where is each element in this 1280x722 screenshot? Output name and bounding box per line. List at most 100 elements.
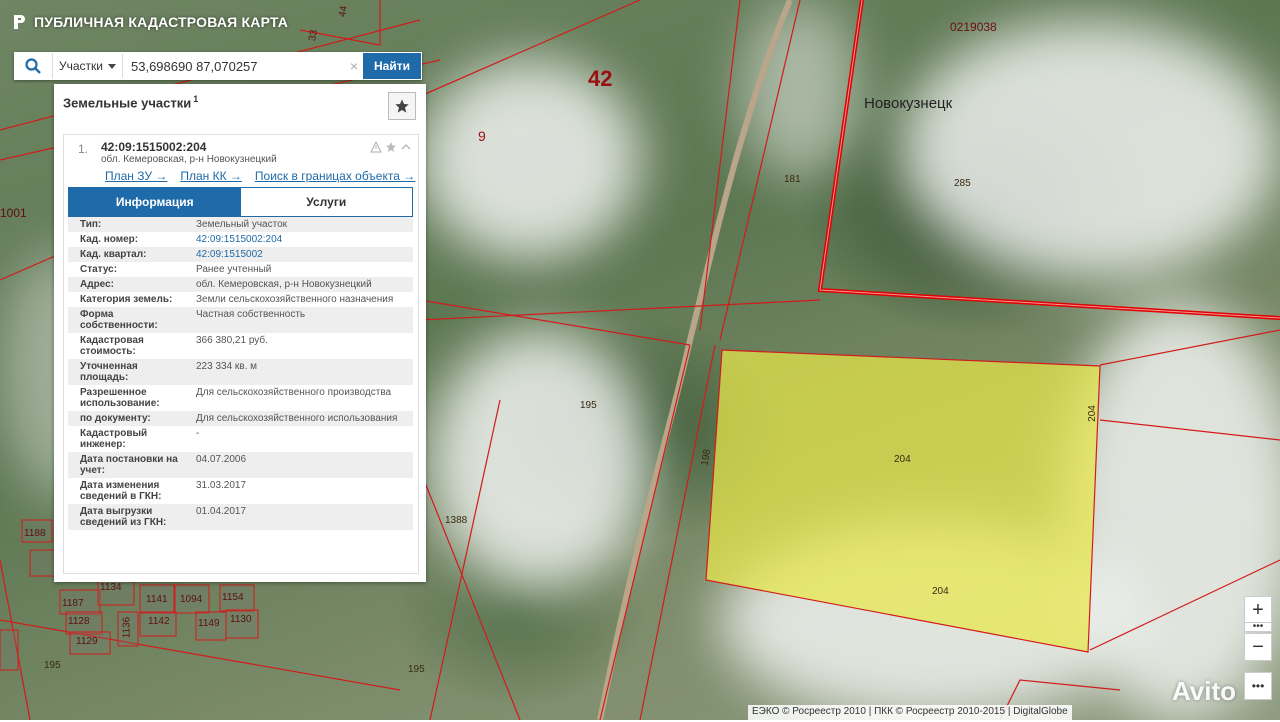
zoom-level-indicator[interactable]: •••	[1244, 622, 1272, 632]
result-actions	[370, 141, 412, 153]
parcel-label: 1129	[76, 636, 98, 647]
info-value: Ранее учтенный	[196, 264, 272, 275]
info-value: -	[196, 428, 200, 439]
tab-info[interactable]: Информация	[69, 188, 241, 216]
parcel-label: 1149	[198, 618, 220, 629]
result-index: 1.	[78, 142, 89, 156]
info-row: Тип: Земельный участок	[68, 217, 413, 232]
info-row: Статус: Ранее учтенный	[68, 262, 413, 277]
info-row: Кад. квартал: 42:09:1515002	[68, 247, 413, 262]
parcel-label: 181	[784, 174, 801, 185]
parcel-label: 1188	[24, 528, 46, 539]
info-row: по документу: Для сельскохозяйственного и…	[68, 411, 413, 426]
info-table: Тип: Земельный участок Кад. номер: 42:09:15…	[68, 217, 413, 530]
info-key: Форма собственности:	[80, 309, 158, 331]
warning-icon[interactable]	[370, 141, 382, 153]
info-value: Частная собственность	[196, 309, 306, 320]
parcel-label: 204	[894, 454, 911, 465]
info-row: Кадастровый инженер: -	[68, 426, 413, 452]
parcel-label: 1142	[148, 616, 170, 627]
info-value: Для сельскохозяйственного производства	[196, 387, 392, 398]
parcel-label: 1141	[146, 594, 168, 605]
panel-title-text: Земельные участки	[63, 95, 192, 111]
app-title: ПУБЛИЧНАЯ КАДАСТРОВАЯ КАРТА	[34, 14, 289, 30]
parcel-label: 44	[337, 5, 350, 18]
city-label: Новокузнецк	[864, 95, 953, 112]
results-panel: Земельные участки 1 1. 42:09:1515002:204 …	[54, 84, 426, 582]
result-tabs: Информация Услуги	[68, 187, 413, 217]
result-cad-number[interactable]: 42:09:1515002:204	[101, 140, 206, 154]
info-key: Дата выгрузки сведений из ГКН:	[80, 506, 167, 528]
tab-services[interactable]: Услуги	[240, 188, 412, 216]
panel-title: Земельные участки 1	[63, 94, 198, 110]
info-value: Земли сельскохозяйственного назначения	[196, 294, 394, 305]
search-in-bounds-link[interactable]: Поиск в границах объекта →	[255, 169, 415, 183]
info-row: Разрешенное использование: Для сельскохоз…	[68, 385, 413, 411]
zoom-out-button[interactable]: −	[1244, 633, 1272, 661]
info-value: 01.04.2017	[196, 506, 247, 517]
plan-kk-link[interactable]: План КК →	[180, 169, 242, 183]
info-value[interactable]: 42:09:1515002	[184, 247, 413, 262]
map-attribution: ЕЭКО © Росреестр 2010 | ПКК © Росреестр …	[748, 705, 1072, 722]
selected-parcel-204[interactable]	[705, 349, 1101, 653]
info-row: Кад. номер: 42:09:1515002:204	[68, 232, 413, 247]
info-key: Кад. номер:	[80, 234, 139, 245]
info-row: Дата изменения сведений в ГКН: 31.03.2017	[68, 478, 413, 504]
info-row: Форма собственности: Частная собственност…	[68, 307, 413, 333]
parcel-label: 204	[932, 586, 949, 597]
info-value: Земельный участок	[196, 219, 288, 230]
info-key: Кад. квартал:	[80, 249, 147, 260]
search-type-label: Участки	[59, 59, 103, 73]
info-value: 04.07.2006	[196, 454, 247, 465]
parcel-label: 9	[478, 128, 486, 144]
star-icon[interactable]	[385, 141, 397, 153]
parcel-label: 195	[408, 664, 425, 675]
parcel-label: 0219038	[950, 20, 997, 34]
parcel-label: 195	[580, 400, 597, 411]
logo-icon	[14, 15, 25, 29]
search-type-dropdown[interactable]: Участки	[52, 53, 122, 79]
search-icon[interactable]	[14, 52, 52, 80]
zoom-in-button[interactable]: +	[1244, 596, 1272, 624]
clear-icon[interactable]: ×	[345, 58, 363, 74]
parcel-label: 33	[307, 29, 320, 42]
info-value: обл. Кемеровская, р-н Новокузнецкий	[196, 279, 372, 290]
info-key: по документу:	[80, 413, 151, 424]
info-key: Разрешенное использование:	[80, 387, 160, 409]
more-options-button[interactable]: •••	[1244, 672, 1272, 700]
search-bar: Участки × Найти	[14, 52, 422, 80]
info-value[interactable]: 42:09:1515002:204	[184, 232, 413, 247]
info-key: Адрес:	[80, 279, 114, 290]
info-row: Дата выгрузки сведений из ГКН: 01.04.2017	[68, 504, 413, 530]
parcel-label: 1094	[180, 594, 203, 605]
chevron-down-icon	[108, 63, 116, 69]
star-icon	[395, 99, 409, 113]
result-address: обл. Кемеровская, р-н Новокузнецкий	[101, 154, 277, 165]
info-key: Статус:	[80, 264, 118, 275]
favorites-button[interactable]	[388, 92, 416, 120]
search-input[interactable]	[122, 54, 345, 78]
info-key: Уточненная площадь:	[80, 361, 138, 383]
info-row: Кадастровая стоимость: 366 380,21 руб.	[68, 333, 413, 359]
parcel-label: 1187	[62, 598, 84, 609]
info-value: 31.03.2017	[196, 480, 247, 491]
find-button[interactable]: Найти	[363, 53, 421, 79]
info-key: Дата изменения сведений в ГКН:	[80, 480, 162, 502]
info-row: Категория земель: Земли сельскохозяйствен…	[68, 292, 413, 307]
district-label: 42	[588, 66, 613, 91]
parcel-label: 1001	[0, 206, 27, 220]
chevron-up-icon[interactable]	[400, 141, 412, 153]
parcel-label: 1134	[100, 582, 122, 593]
result-card: 1. 42:09:1515002:204 обл. Кемеровская, р…	[63, 134, 419, 574]
avito-watermark: Avito	[1172, 676, 1237, 706]
parcel-label: 204	[1086, 405, 1098, 422]
info-key: Категория земель:	[80, 294, 173, 305]
parcel-label: 1388	[445, 515, 468, 526]
info-value: 223 334 кв. м	[196, 361, 258, 372]
parcel-label: 1154	[222, 592, 244, 603]
parcel-label: 1136	[121, 616, 133, 639]
parcel-label: 1128	[68, 616, 90, 627]
result-links: План ЗУ → План КК → Поиск в границах объ…	[105, 169, 415, 183]
info-value: 366 380,21 руб.	[196, 335, 268, 346]
plan-zu-link[interactable]: План ЗУ →	[105, 169, 167, 183]
